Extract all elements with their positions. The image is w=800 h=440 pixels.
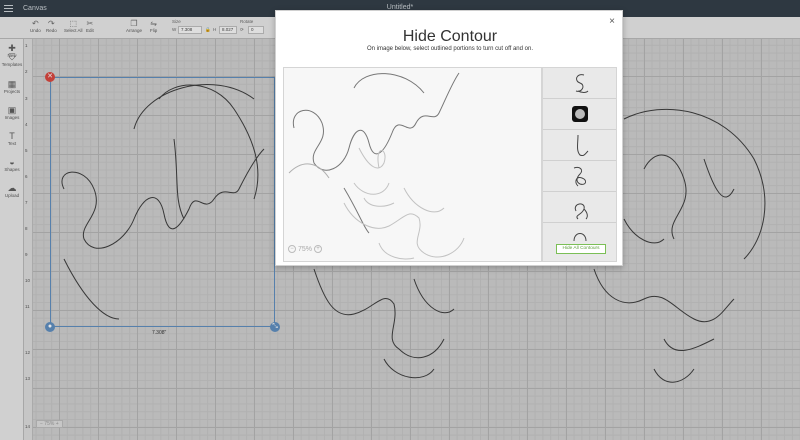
- preview-contour-spring: [292, 72, 460, 234]
- contour-part-icon: [573, 167, 586, 187]
- preview-zoom-value: 75%: [298, 245, 313, 253]
- contour-part-item[interactable]: [543, 130, 616, 161]
- zoom-out-icon[interactable]: −: [288, 245, 296, 253]
- preview-contour-arc: [288, 163, 330, 179]
- preview-contour-here: [343, 187, 465, 260]
- contour-part-item[interactable]: [543, 161, 616, 192]
- hidden-contour-icon: [571, 106, 588, 122]
- contour-part-item-hidden[interactable]: [543, 99, 616, 130]
- contour-preview[interactable]: − 75% +: [283, 67, 542, 262]
- contour-part-icon: [575, 74, 588, 93]
- contour-part-item[interactable]: [543, 192, 616, 223]
- contour-parts-list: Hide All Contours: [542, 67, 617, 262]
- design-space-app: Canvas Untitled* ↶ Undo ↷ Redo ⬚ Select All…: [0, 0, 800, 440]
- contour-part-icon: [574, 203, 588, 220]
- hide-contour-dialog: × Hide Contour On image below, select ou…: [275, 10, 623, 266]
- preview-artwork: [288, 72, 465, 260]
- zoom-in-icon[interactable]: +: [314, 245, 323, 253]
- close-icon[interactable]: ×: [609, 17, 615, 27]
- preview-contour-is: [353, 147, 395, 207]
- contour-part-icon: [576, 134, 588, 156]
- contour-part-item[interactable]: [543, 68, 616, 99]
- contour-part-item[interactable]: [543, 223, 616, 241]
- contour-part-icon: [573, 233, 586, 241]
- hide-all-contours-button[interactable]: Hide All Contours: [556, 244, 606, 254]
- dialog-instruction: On image below, select outlined portions…: [367, 46, 533, 52]
- preview-zoom-control: − 75% +: [288, 245, 323, 253]
- dialog-title: Hide Contour: [402, 28, 498, 45]
